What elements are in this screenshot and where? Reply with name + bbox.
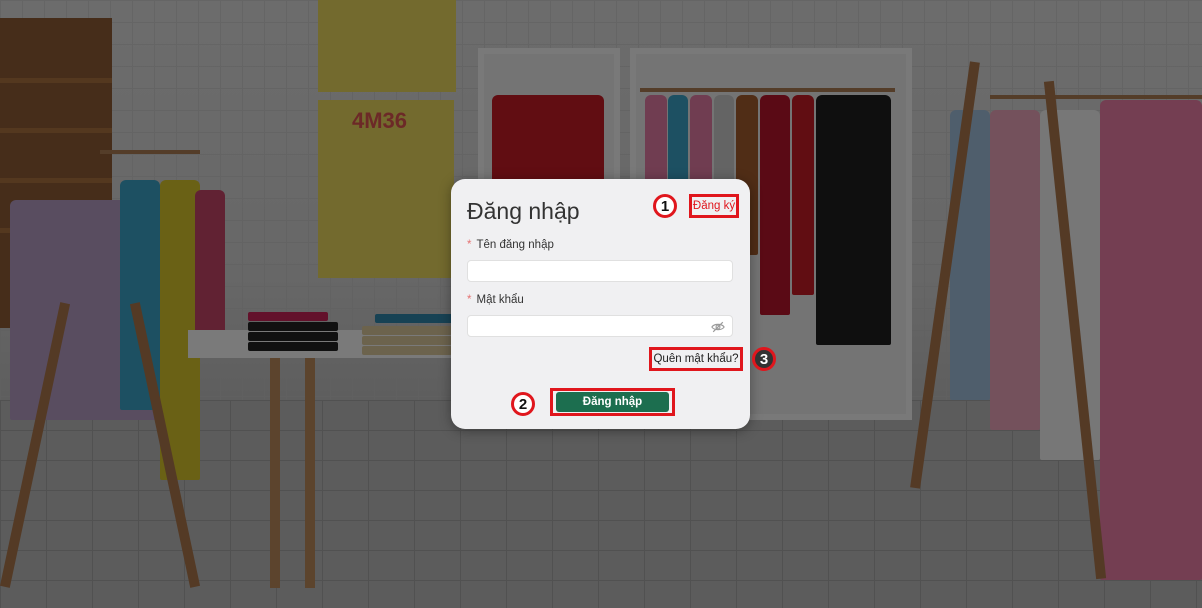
dialog-title: Đăng nhập — [467, 198, 580, 224]
step-marker-3: 3 — [752, 347, 776, 371]
step-marker-1: 1 — [653, 194, 677, 218]
required-marker: * — [467, 294, 472, 306]
username-label-text: Tên đăng nhập — [476, 239, 554, 251]
username-label: * Tên đăng nhập — [467, 239, 554, 251]
password-label: * Mật khẩu — [467, 294, 524, 306]
eye-slash-icon[interactable] — [711, 320, 725, 334]
register-link[interactable]: Đăng ký — [689, 194, 739, 218]
login-dialog: Đăng nhập Đăng ký * Tên đăng nhập * Mật kh… — [451, 179, 750, 429]
password-input[interactable] — [467, 315, 733, 337]
step-marker-2: 2 — [511, 392, 535, 416]
password-label-text: Mật khẩu — [476, 294, 524, 306]
login-button[interactable]: Đăng nhập — [556, 392, 669, 412]
username-input[interactable] — [467, 260, 733, 282]
required-marker: * — [467, 239, 472, 251]
forgot-password-link[interactable]: Quên mật khẩu? — [649, 347, 743, 371]
